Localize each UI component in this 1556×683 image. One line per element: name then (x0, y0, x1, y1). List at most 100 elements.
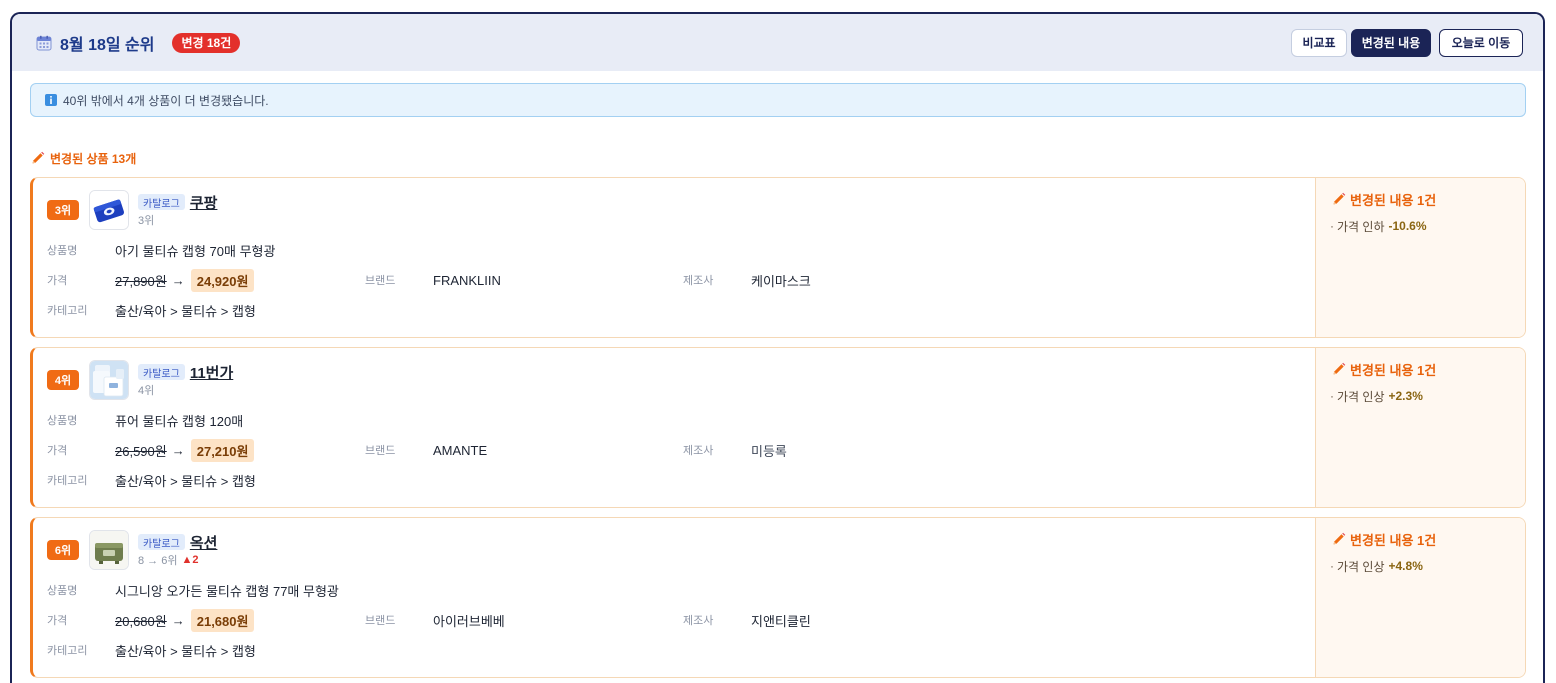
product-fields: 상품명 퓨어 물티슈 캡형 120매 가격 26,590원 → 27,210원 (47, 405, 1315, 495)
price-arrow: → (171, 272, 185, 288)
store-link[interactable]: 11번가 (190, 362, 233, 383)
card-main: 3위 카탈로그 쿠팡 3위 상품명 아기 물티슈 캡형 70매 무형광 가격 2… (33, 178, 1315, 337)
brand-value: FRANKLIIN (433, 272, 501, 288)
changes-title-text: 변경된 내용 1건 (1350, 192, 1437, 208)
field-row-price: 가격 27,890원 → 24,920원 브랜드 FRANKLIIN 제조사 케… (47, 265, 1315, 295)
field-brand: 브랜드 아이러브베베 (365, 611, 683, 630)
changes-panel: 변경된 내용 1건 가격 인상 +4.8% (1315, 518, 1525, 677)
store-info: 카탈로그 쿠팡 3위 (138, 192, 217, 228)
compare-table-button[interactable]: 비교표 (1291, 28, 1347, 57)
maker-value: 케이마스크 (751, 273, 811, 289)
section-label: 변경된 상품 13개 (30, 150, 1543, 166)
card-header: 6위 카탈로그 옥션 8 → 6위 ▲2 (47, 530, 1315, 570)
store-info: 카탈로그 옥션 8 → 6위 ▲2 (138, 532, 217, 568)
pencil-icon (1332, 362, 1346, 376)
product-card: 3위 카탈로그 쿠팡 3위 상품명 아기 물티슈 캡형 70매 무형광 가격 2… (30, 177, 1526, 338)
changes-panel: 변경된 내용 1건 가격 인상 +2.3% (1315, 348, 1525, 507)
new-price: 24,920원 (190, 268, 255, 292)
field-row-category: 카테고리 출산/육아 > 물티슈 > 캡형 (47, 635, 1315, 665)
field-label: 브랜드 (365, 275, 396, 287)
field-row-category: 카테고리 출산/육아 > 물티슈 > 캡형 (47, 295, 1315, 325)
product-card: 6위 카탈로그 옥션 8 → 6위 ▲2 상품명 시그니앙 오가든 물티슈 캡형… (30, 517, 1526, 678)
go-to-today-button[interactable]: 오늘로 이동 (1439, 28, 1523, 57)
field-label: 카테고리 (47, 475, 88, 487)
store-line: 카탈로그 쿠팡 (138, 192, 217, 212)
price-arrow: → (171, 612, 185, 628)
field-row-name: 상품명 퓨어 물티슈 캡형 120매 (47, 405, 1315, 435)
field-product-name: 상품명 아기 물티슈 캡형 70매 무형광 (47, 241, 275, 260)
product-thumbnail (89, 530, 129, 570)
field-row-name: 상품명 아기 물티슈 캡형 70매 무형광 (47, 235, 1315, 265)
field-label: 상품명 (47, 585, 78, 597)
price-value: 27,890원 → 24,920원 (115, 268, 255, 292)
field-brand: 브랜드 AMANTE (365, 442, 683, 458)
product-name-value: 아기 물티슈 캡형 70매 무형광 (115, 243, 276, 259)
new-price: 27,210원 (190, 438, 255, 462)
field-row-price: 가격 26,590원 → 27,210원 브랜드 AMANTE 제조사 미등록 (47, 435, 1315, 465)
field-label: 브랜드 (365, 445, 396, 457)
change-item: 가격 인상 +2.3% (1330, 388, 1515, 404)
field-product-name: 상품명 시그니앙 오가든 물티슈 캡형 77매 무형광 (47, 581, 339, 600)
card-header: 4위 카탈로그 11번가 4위 (47, 360, 1315, 400)
store-line: 카탈로그 11번가 (138, 362, 233, 382)
rank-change-indicator: ▲2 (181, 554, 199, 566)
change-value: +2.3% (1388, 389, 1423, 403)
field-label: 카테고리 (47, 305, 88, 317)
field-price: 가격 20,680원 → 21,680원 (47, 608, 365, 632)
product-fields: 상품명 아기 물티슈 캡형 70매 무형광 가격 27,890원 → 24,92… (47, 235, 1315, 325)
section-title: 변경된 상품 13개 (50, 151, 137, 166)
rank-badge: 3위 (47, 200, 79, 220)
header-actions: 비교표 변경된 내용 오늘로 이동 (1291, 28, 1523, 57)
rank-detail: 4위 (138, 385, 155, 397)
changes-panel: 변경된 내용 1건 가격 인하 -10.6% (1315, 178, 1525, 337)
field-maker: 제조사 케이마스크 (683, 271, 1001, 290)
field-label: 브랜드 (365, 615, 396, 627)
maker-value: 미등록 (751, 443, 787, 459)
price-arrow: → (171, 442, 185, 458)
new-price: 21,680원 (190, 608, 255, 632)
pencil-icon (31, 151, 45, 165)
field-row-price: 가격 20,680원 → 21,680원 브랜드 아이러브베베 제조사 지앤티클… (47, 605, 1315, 635)
change-item: 가격 인하 -10.6% (1330, 218, 1515, 234)
change-value: -10.6% (1388, 219, 1427, 233)
changed-content-button[interactable]: 변경된 내용 (1351, 28, 1431, 57)
store-info: 카탈로그 11번가 4위 (138, 362, 233, 398)
changes-title: 변경된 내용 1건 (1332, 361, 1515, 378)
field-label: 상품명 (47, 245, 78, 257)
header-title-group: 8월 18일 순위 변경 18건 (36, 31, 241, 55)
product-name-value: 시그니앙 오가든 물티슈 캡형 77매 무형광 (115, 583, 339, 599)
field-label: 제조사 (683, 445, 714, 457)
catalog-tag: 카탈로그 (138, 364, 185, 380)
field-product-name: 상품명 퓨어 물티슈 캡형 120매 (47, 411, 243, 430)
store-link[interactable]: 옥션 (190, 532, 218, 553)
changes-title: 변경된 내용 1건 (1332, 191, 1515, 208)
card-header: 3위 카탈로그 쿠팡 3위 (47, 190, 1315, 230)
rank-detail-line: 3위 (138, 212, 217, 228)
store-link[interactable]: 쿠팡 (190, 192, 218, 213)
field-category: 카테고리 출산/육아 > 물티슈 > 캡형 (47, 471, 256, 490)
catalog-tag: 카탈로그 (138, 534, 185, 550)
field-row-name: 상품명 시그니앙 오가든 물티슈 캡형 77매 무형광 (47, 575, 1315, 605)
changes-title-text: 변경된 내용 1건 (1350, 532, 1437, 548)
panel-header: 8월 18일 순위 변경 18건 비교표 변경된 내용 오늘로 이동 (12, 14, 1543, 71)
field-label: 제조사 (683, 275, 714, 287)
calendar-icon (36, 35, 52, 51)
category-value: 출산/육아 > 물티슈 > 캡형 (115, 473, 256, 489)
info-icon (45, 94, 57, 106)
field-maker: 제조사 지앤티클린 (683, 611, 1001, 630)
change-value: +4.8% (1388, 559, 1423, 573)
info-notice: 40위 밖에서 4개 상품이 더 변경됐습니다. (30, 83, 1526, 117)
change-label: 가격 인하 (1337, 219, 1385, 234)
rank-badge: 6위 (47, 540, 79, 560)
card-main: 6위 카탈로그 옥션 8 → 6위 ▲2 상품명 시그니앙 오가든 물티슈 캡형… (33, 518, 1315, 677)
catalog-tag: 카탈로그 (138, 194, 185, 210)
rank-detail-line: 8 → 6위 ▲2 (138, 552, 217, 568)
changes-title: 변경된 내용 1건 (1332, 531, 1515, 548)
change-label: 가격 인상 (1337, 389, 1385, 404)
pencil-icon (1332, 192, 1346, 206)
field-label: 가격 (47, 445, 68, 457)
page-title: 8월 18일 순위 (60, 36, 155, 54)
price-value: 26,590원 → 27,210원 (115, 438, 255, 462)
product-thumbnail (89, 360, 129, 400)
product-card: 4위 카탈로그 11번가 4위 상품명 퓨어 물티슈 캡형 120매 가격 26… (30, 347, 1526, 508)
